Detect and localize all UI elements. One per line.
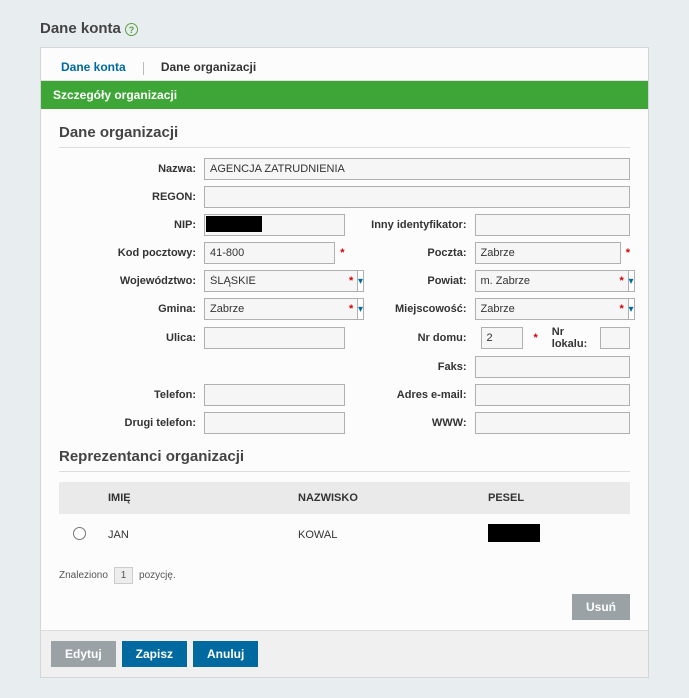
tab-dane-konta[interactable]: Dane konta bbox=[51, 54, 136, 80]
label-telefon2: Drugi telefon: bbox=[59, 417, 204, 429]
input-ulica[interactable] bbox=[204, 327, 345, 349]
label-nrlokalu: Nr lokalu: bbox=[552, 326, 594, 350]
label-nrdomu: Nr domu: bbox=[345, 332, 475, 344]
input-telefon[interactable] bbox=[204, 384, 345, 406]
input-nazwa[interactable] bbox=[204, 158, 630, 180]
input-email[interactable] bbox=[475, 384, 631, 406]
label-telefon: Telefon: bbox=[59, 389, 204, 401]
cell-imie: JAN bbox=[108, 529, 298, 541]
label-ulica: Ulica: bbox=[59, 332, 204, 344]
label-innyid: Inny identyfikator: bbox=[345, 219, 475, 231]
table-header: IMIĘ NAZWISKO PESEL bbox=[59, 482, 630, 514]
tab-dane-organizacji[interactable]: Dane organizacji bbox=[151, 54, 266, 80]
page-title: Dane konta ? bbox=[40, 20, 649, 37]
redacted-pesel bbox=[488, 524, 540, 542]
select-gmina[interactable] bbox=[204, 298, 358, 320]
input-telefon2[interactable] bbox=[204, 412, 345, 434]
delete-button[interactable]: Usuń bbox=[572, 594, 630, 620]
table-row: JAN KOWAL bbox=[59, 514, 630, 555]
col-imie: IMIĘ bbox=[108, 492, 298, 504]
required-marker: * bbox=[626, 247, 630, 259]
reps-table: IMIĘ NAZWISKO PESEL JAN KOWAL bbox=[59, 482, 630, 555]
section-title-organizacja: Dane organizacji bbox=[59, 124, 630, 148]
label-gmina: Gmina: bbox=[59, 303, 204, 315]
tab-divider bbox=[143, 62, 144, 75]
cancel-button[interactable]: Anuluj bbox=[193, 641, 258, 667]
input-nrdomu[interactable] bbox=[481, 327, 523, 349]
save-button[interactable]: Zapisz bbox=[122, 641, 187, 667]
input-innyid[interactable] bbox=[475, 214, 631, 236]
label-kod: Kod pocztowy: bbox=[59, 247, 204, 259]
input-kod[interactable] bbox=[204, 242, 335, 264]
required-marker: * bbox=[620, 275, 624, 287]
input-regon[interactable] bbox=[204, 186, 630, 208]
edit-button[interactable]: Edytuj bbox=[51, 641, 116, 667]
tabs: Dane konta Dane organizacji bbox=[41, 48, 648, 81]
pager-count: 1 bbox=[114, 567, 134, 584]
col-nazwisko: NAZWISKO bbox=[298, 492, 488, 504]
cell-nazwisko: KOWAL bbox=[298, 529, 488, 541]
main-panel: Dane konta Dane organizacji Szczegóły or… bbox=[40, 47, 649, 678]
cell-pesel bbox=[488, 524, 616, 545]
input-faks[interactable] bbox=[475, 356, 631, 378]
label-faks: Faks: bbox=[345, 361, 475, 373]
required-marker: * bbox=[620, 303, 624, 315]
input-www[interactable] bbox=[475, 412, 631, 434]
section-header-bar: Szczegóły organizacji bbox=[41, 81, 648, 109]
action-bar: Edytuj Zapisz Anuluj bbox=[41, 630, 648, 677]
label-nazwa: Nazwa: bbox=[59, 163, 204, 175]
label-regon: REGON: bbox=[59, 191, 204, 203]
input-poczta[interactable] bbox=[475, 242, 621, 264]
select-miejsc[interactable] bbox=[475, 298, 629, 320]
col-pesel: PESEL bbox=[488, 492, 616, 504]
label-powiat: Powiat: bbox=[345, 275, 475, 287]
label-miejsc: Miejscowość: bbox=[345, 303, 475, 315]
label-www: WWW: bbox=[345, 417, 475, 429]
chevron-down-icon[interactable]: ▾ bbox=[629, 270, 635, 292]
redacted-nip bbox=[206, 216, 262, 232]
chevron-down-icon[interactable]: ▾ bbox=[629, 298, 635, 320]
label-email: Adres e-mail: bbox=[345, 389, 475, 401]
row-radio[interactable] bbox=[73, 527, 86, 540]
select-powiat[interactable] bbox=[475, 270, 629, 292]
label-woj: Województwo: bbox=[59, 275, 204, 287]
pager: Znaleziono 1 pozycję. bbox=[59, 567, 630, 584]
required-marker: * bbox=[534, 332, 538, 344]
label-nip: NIP: bbox=[59, 219, 204, 231]
help-icon[interactable]: ? bbox=[125, 23, 138, 36]
label-poczta: Poczta: bbox=[345, 247, 475, 259]
select-woj[interactable] bbox=[204, 270, 358, 292]
input-nrlokalu[interactable] bbox=[600, 327, 630, 349]
section-title-reprezentanci: Reprezentanci organizacji bbox=[59, 448, 630, 472]
